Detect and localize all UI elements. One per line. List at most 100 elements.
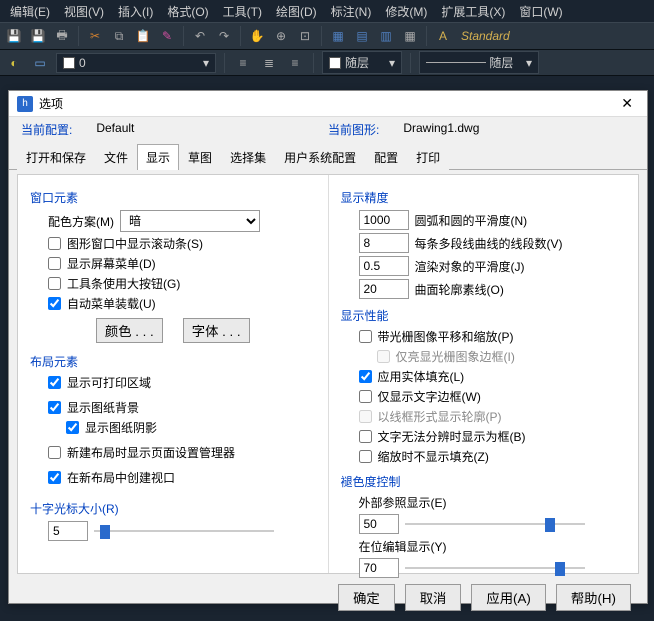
menu-format[interactable]: 格式(O) [161,1,214,22]
matchprop-icon[interactable]: ✎ [157,26,177,46]
menu-dim[interactable]: 标注(N) [325,1,378,22]
cb-newpagesetup[interactable] [48,446,61,459]
save-icon[interactable]: 💾 [4,26,24,46]
close-button[interactable]: ✕ [615,95,639,112]
cb-shadow[interactable] [66,421,79,434]
dialog-icon: h [17,96,33,112]
fade-xref-value[interactable] [359,514,399,534]
chevron-down-icon: ▾ [203,56,209,70]
menubar: 编辑(E) 视图(V) 插入(I) 格式(O) 工具(T) 绘图(D) 标注(N… [0,0,654,22]
layer-icon[interactable]: ▭ [30,53,50,73]
tool3-icon[interactable]: ▥ [376,26,396,46]
dialog-title: 选项 [39,95,63,112]
zoom-icon[interactable]: ⊕ [271,26,291,46]
tab-display[interactable]: 显示 [137,144,179,170]
calc-icon[interactable]: ▦ [400,26,420,46]
propbar: ◐ ▭ 0 ▾ ≡ ≣ ≡ 随层 ▾ 随层 ▾ [0,50,654,76]
color-dropdown[interactable]: 随层 ▾ [322,51,402,74]
cb-nozoomfill[interactable] [359,450,372,463]
layer-dropdown[interactable]: 0 ▾ [56,53,216,73]
cb-paperbg[interactable] [48,401,61,414]
redo-icon[interactable]: ↷ [214,26,234,46]
btn-help[interactable]: 帮助(H) [556,584,631,611]
crosshair-slider[interactable] [94,522,274,540]
drawing-value: Drawing1.dwg [403,121,479,138]
chevron-down-icon: ▾ [389,56,395,70]
paste-icon[interactable]: 📋 [133,26,153,46]
cb-autoload[interactable] [48,297,61,310]
textstyle-icon[interactable]: A [433,26,453,46]
btn-apply[interactable]: 应用(A) [471,584,545,611]
menu-modify[interactable]: 修改(M) [379,1,433,22]
tab-open-save[interactable]: 打开和保存 [17,144,95,170]
btn-fonts[interactable]: 字体 . . . [183,318,250,343]
print-icon[interactable]: 🖶 [52,26,72,46]
light-icon[interactable]: ◐ [4,53,24,73]
group-display-res: 显示精度 [341,189,627,206]
copy-icon[interactable]: ⧉ [109,26,129,46]
pan-icon[interactable]: ✋ [247,26,267,46]
render-smooth[interactable] [359,256,409,276]
btn-ok[interactable]: 确定 [338,584,395,611]
scheme-select[interactable]: 暗 [120,210,260,232]
fade-edit-label: 在位编辑显示(Y) [359,538,627,555]
cb-scrollbars[interactable] [48,237,61,250]
fade-edit-value[interactable] [359,558,399,578]
layeriso-icon[interactable]: ≡ [233,53,253,73]
style-name[interactable]: Standard [461,29,510,43]
saveall-icon[interactable]: 💾 [28,26,48,46]
btn-cancel[interactable]: 取消 [405,584,462,611]
menu-insert[interactable]: 插入(I) [112,1,159,22]
chevron-down-icon: ▾ [526,56,532,70]
pline-segs[interactable] [359,233,409,253]
cb-printable[interactable] [48,376,61,389]
layeriso2-icon[interactable]: ≣ [259,53,279,73]
surf-lines[interactable] [359,279,409,299]
arc-smooth[interactable] [359,210,409,230]
fade-xref-label: 外部参照显示(E) [359,494,627,511]
menu-view[interactable]: 视图(V) [58,1,110,22]
cb-textframe[interactable] [359,390,372,403]
group-display-perf: 显示性能 [341,307,627,324]
cb-raster-highlight [377,350,390,363]
layers-icon[interactable]: ▦ [328,26,348,46]
crosshair-value[interactable] [48,521,88,541]
btn-colors[interactable]: 颜色 . . . [96,318,163,343]
group-fade: 褪色度控制 [341,473,627,490]
group-crosshair: 十字光标大小(R) [30,500,316,517]
profile-label: 当前配置: [21,121,72,138]
tab-profile[interactable]: 配置 [365,144,407,170]
group-window-elements: 窗口元素 [30,189,316,206]
tab-user[interactable]: 用户系统配置 [275,144,365,170]
tab-select[interactable]: 选择集 [221,144,275,170]
tab-print[interactable]: 打印 [407,144,449,170]
scheme-label: 配色方案(M) [48,213,114,230]
tabs: 打开和保存 文件 显示 草图 选择集 用户系统配置 配置 打印 [9,144,647,170]
zoomwin-icon[interactable]: ⊡ [295,26,315,46]
cb-wireframe [359,410,372,423]
menu-ext[interactable]: 扩展工具(X) [435,1,511,22]
cb-bigbuttons[interactable] [48,277,61,290]
layertoggle-icon[interactable]: ≡ [285,53,305,73]
options-dialog: h 选项 ✕ 当前配置: Default 当前图形: Drawing1.dwg … [8,90,648,604]
fade-edit-slider[interactable] [405,559,585,577]
fade-xref-slider[interactable] [405,515,585,533]
menu-window[interactable]: 窗口(W) [513,1,568,22]
menu-edit[interactable]: 编辑(E) [4,1,56,22]
undo-icon[interactable]: ↶ [190,26,210,46]
cut-icon[interactable]: ✂ [85,26,105,46]
toolbar-main: 💾 💾 🖶 ✂ ⧉ 📋 ✎ ↶ ↷ ✋ ⊕ ⊡ ▦ ▤ ▥ ▦ A Standa… [0,22,654,50]
tab-file[interactable]: 文件 [95,144,137,170]
cb-screenmenu[interactable] [48,257,61,270]
menu-draw[interactable]: 绘图(D) [270,1,323,22]
cb-text-as-box[interactable] [359,430,372,443]
cb-newviewport[interactable] [48,471,61,484]
group-layout-elements: 布局元素 [30,353,316,370]
menu-tools[interactable]: 工具(T) [217,1,268,22]
linetype-dropdown[interactable]: 随层 ▾ [419,51,539,74]
cb-solidfill[interactable] [359,370,372,383]
profile-value: Default [96,121,134,138]
tab-draft[interactable]: 草图 [179,144,221,170]
cb-raster-pan[interactable] [359,330,372,343]
props-icon[interactable]: ▤ [352,26,372,46]
